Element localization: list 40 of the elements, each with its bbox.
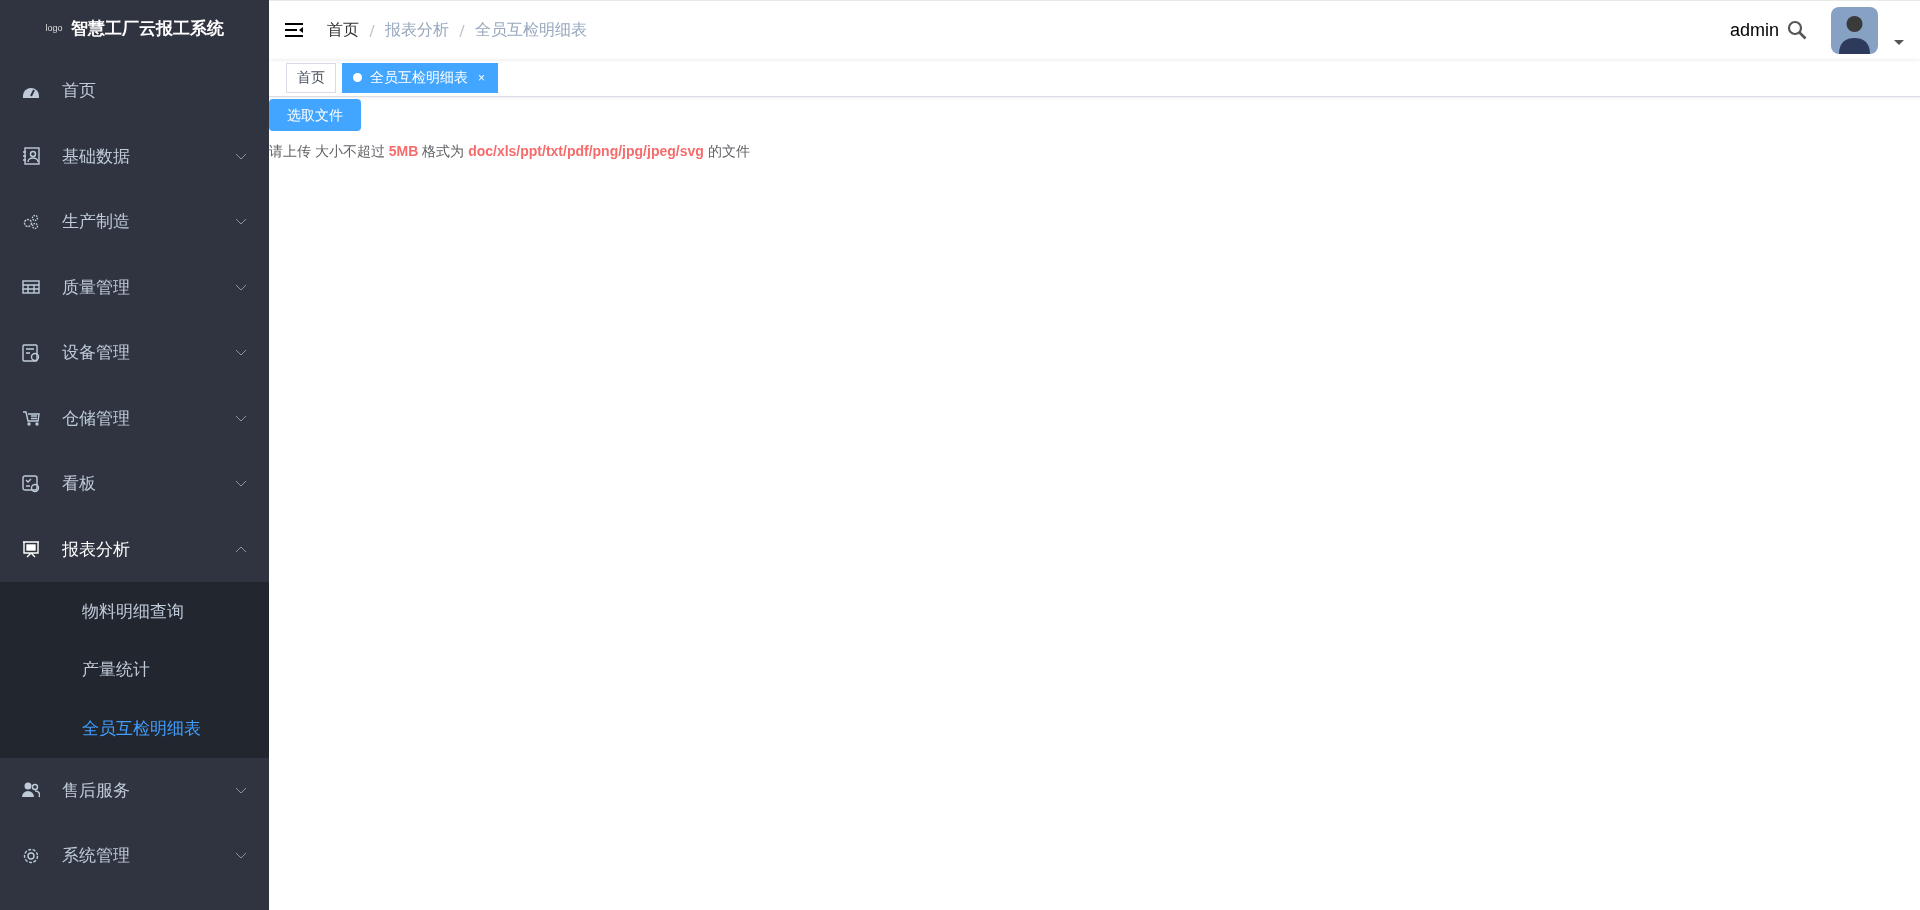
logo-text: logo [45,22,63,36]
caret-icon[interactable] [1894,39,1904,45]
menu-collapse-icon[interactable] [285,23,303,37]
app-title: 智慧工厂云报工系统 [70,18,224,41]
tab[interactable]: 首页 [286,62,336,93]
chevron-icon [235,152,247,160]
chevron-icon [235,545,247,553]
chevron-icon [235,786,247,794]
chevron-icon [235,283,247,291]
cart-icon [22,410,40,427]
active-dot-icon [353,73,362,82]
submenu-item[interactable]: 全员互检明细表 [0,699,269,758]
menu-item[interactable]: 看板 [0,451,269,517]
menu-item[interactable]: 首页 [0,58,269,124]
avatar-silhouette[interactable] [1831,6,1878,54]
menu-item[interactable]: 生产制造 [0,189,269,255]
gear-icon [22,846,40,865]
profile-card-icon [22,147,40,166]
submenu-item[interactable]: 物料明细查询 [0,582,269,641]
chevron-icon [235,480,247,488]
upload-hint: 请上传 大小不超过 5MB 格式为 doc/xls/ppt/txt/pdf/png/jpg/jpeg/svg 的文件 [269,142,750,161]
search-icon[interactable] [1787,20,1807,40]
chevron-icon [235,414,247,422]
username: admin [1729,18,1779,42]
chevron-icon [235,218,247,226]
chevron-icon [235,349,247,357]
table-icon [22,279,40,296]
submenu-item[interactable]: 产量统计 [0,640,269,699]
menu-item[interactable]: 系统管理 [0,823,269,889]
menu-item[interactable]: 报表分析 [0,516,269,582]
menu-item[interactable]: 设备管理 [0,320,269,386]
menu-item[interactable]: 仓储管理 [0,385,269,451]
users-icon [22,782,40,799]
breadcrumb-item[interactable]: 首页 [327,18,359,42]
menu-item[interactable]: 基础数据 [0,123,269,189]
breadcrumb-item: 全员互检明细表 [475,20,587,40]
menu-item[interactable]: 售后服务 [0,757,269,823]
presentation-icon [22,540,40,559]
chevron-icon [235,852,247,860]
menu-item[interactable]: 质量管理 [0,254,269,320]
